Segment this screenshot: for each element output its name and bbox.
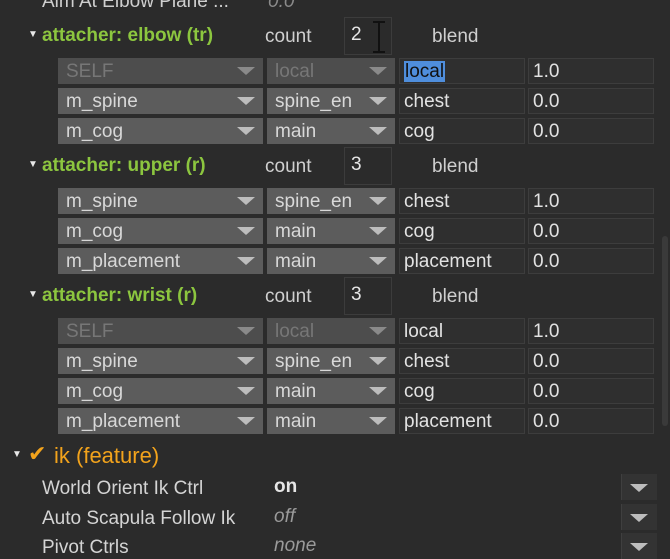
count-label: count xyxy=(265,26,312,47)
weight-field[interactable]: 0.0 xyxy=(528,88,654,114)
dropdown-arrow-icon xyxy=(369,197,387,205)
selected-text: local xyxy=(404,61,446,82)
target-field[interactable]: cog xyxy=(399,378,525,404)
dropdown-arrow-icon xyxy=(369,227,387,235)
target-field[interactable]: placement xyxy=(399,408,525,434)
weight-field[interactable]: 0.0 xyxy=(528,248,654,274)
dropdown-arrow-icon xyxy=(369,67,387,75)
node-dropdown: local xyxy=(267,58,395,84)
weight-field[interactable]: 1.0 xyxy=(528,58,654,84)
target-field[interactable]: local xyxy=(399,318,525,344)
ik-feature-title[interactable]: ik (feature) xyxy=(54,443,159,469)
pivot-ctrls-label: Pivot Ctrls xyxy=(42,537,129,558)
space-dropdown[interactable]: m_cog xyxy=(58,218,263,244)
dropdown-arrow-icon xyxy=(369,257,387,265)
weight-field[interactable]: 0.0 xyxy=(528,408,654,434)
dropdown-arrow-icon xyxy=(237,357,255,365)
node-dropdown[interactable]: main xyxy=(267,378,395,404)
weight-field[interactable]: 0.0 xyxy=(528,218,654,244)
space-dropdown[interactable]: m_spine xyxy=(58,188,263,214)
target-field[interactable]: placement xyxy=(399,248,525,274)
dropdown-arrow-icon xyxy=(369,97,387,105)
space-dropdown[interactable]: m_cog xyxy=(58,118,263,144)
weight-field[interactable]: 0.0 xyxy=(528,118,654,144)
dropdown-arrow-icon xyxy=(237,127,255,135)
dropdown-arrow-icon xyxy=(369,357,387,365)
world-orient-ik-ctrl-value[interactable]: on xyxy=(274,476,297,498)
dropdown-arrow-icon xyxy=(237,197,255,205)
text-cursor-icon xyxy=(373,21,385,53)
collapse-triangle-icon[interactable]: ▼ xyxy=(12,449,22,460)
dropdown-arrow-icon xyxy=(369,327,387,335)
collapse-triangle-icon[interactable]: ▼ xyxy=(28,289,38,300)
dropdown-arrow-icon xyxy=(237,417,255,425)
weight-field[interactable]: 1.0 xyxy=(528,318,654,344)
space-dropdown[interactable]: m_placement xyxy=(58,248,263,274)
dropdown-arrow-icon xyxy=(237,387,255,395)
node-dropdown[interactable]: main xyxy=(267,248,395,274)
space-dropdown: SELF xyxy=(58,318,263,344)
aim-at-elbow-plane-row: Aim At Elbow Plane ... 0.0 xyxy=(42,0,294,13)
target-field[interactable]: local xyxy=(399,58,525,84)
weight-field[interactable]: 0.0 xyxy=(528,348,654,374)
space-dropdown[interactable]: m_cog xyxy=(58,378,263,404)
pivot-ctrls-value[interactable]: none xyxy=(274,535,316,557)
count-field[interactable]: 3 xyxy=(344,147,392,185)
blend-label: blend xyxy=(432,26,479,47)
target-field[interactable]: cog xyxy=(399,118,525,144)
dropdown-arrow-icon xyxy=(369,127,387,135)
node-dropdown[interactable]: spine_en xyxy=(267,348,395,374)
node-dropdown[interactable]: main xyxy=(267,218,395,244)
target-field[interactable]: cog xyxy=(399,218,525,244)
dropdown-arrow-icon xyxy=(237,327,255,335)
target-field[interactable]: chest xyxy=(399,348,525,374)
attacher-elbow-title[interactable]: attacher: elbow (tr) xyxy=(42,25,213,47)
auto-scapula-follow-ik-label: Auto Scapula Follow Ik xyxy=(42,508,236,529)
weight-field[interactable]: 1.0 xyxy=(528,188,654,214)
blend-label: blend xyxy=(432,286,479,307)
target-field[interactable]: chest xyxy=(399,88,525,114)
dropdown-arrow-icon xyxy=(237,257,255,265)
collapse-triangle-icon[interactable]: ▼ xyxy=(28,29,38,40)
collapse-triangle-icon[interactable]: ▼ xyxy=(28,159,38,170)
dropdown-arrow-icon xyxy=(237,97,255,105)
space-dropdown[interactable]: m_placement xyxy=(58,408,263,434)
auto-scapula-follow-ik-value[interactable]: off xyxy=(274,506,295,528)
blend-label: blend xyxy=(432,156,479,177)
dropdown-arrow-icon xyxy=(237,67,255,75)
aim-at-elbow-plane-label: Aim At Elbow Plane ... xyxy=(42,0,229,12)
attacher-wrist-title[interactable]: attacher: wrist (r) xyxy=(42,285,197,307)
count-field[interactable]: 3 xyxy=(344,277,392,315)
dropdown-arrow-icon xyxy=(369,417,387,425)
scrollbar[interactable] xyxy=(662,236,668,426)
count-label: count xyxy=(265,286,312,307)
dropdown-arrow-icon xyxy=(369,387,387,395)
node-dropdown[interactable]: spine_en xyxy=(267,188,395,214)
space-dropdown[interactable]: m_spine xyxy=(58,88,263,114)
dropdown-arrow-icon[interactable] xyxy=(621,474,657,500)
weight-field[interactable]: 0.0 xyxy=(528,378,654,404)
checkmark-icon[interactable]: ✔ xyxy=(28,441,46,467)
node-dropdown: local xyxy=(267,318,395,344)
space-dropdown: SELF xyxy=(58,58,263,84)
dropdown-arrow-icon[interactable] xyxy=(621,504,657,530)
node-dropdown[interactable]: main xyxy=(267,408,395,434)
target-field[interactable]: chest xyxy=(399,188,525,214)
node-dropdown[interactable]: main xyxy=(267,118,395,144)
attacher-upper-title[interactable]: attacher: upper (r) xyxy=(42,155,206,177)
world-orient-ik-ctrl-label: World Orient Ik Ctrl xyxy=(42,478,204,499)
aim-at-elbow-plane-value[interactable]: 0.0 xyxy=(268,0,294,13)
node-dropdown[interactable]: spine_en xyxy=(267,88,395,114)
dropdown-arrow-icon[interactable] xyxy=(621,533,657,559)
dropdown-arrow-icon xyxy=(237,227,255,235)
space-dropdown[interactable]: m_spine xyxy=(58,348,263,374)
count-label: count xyxy=(265,156,312,177)
